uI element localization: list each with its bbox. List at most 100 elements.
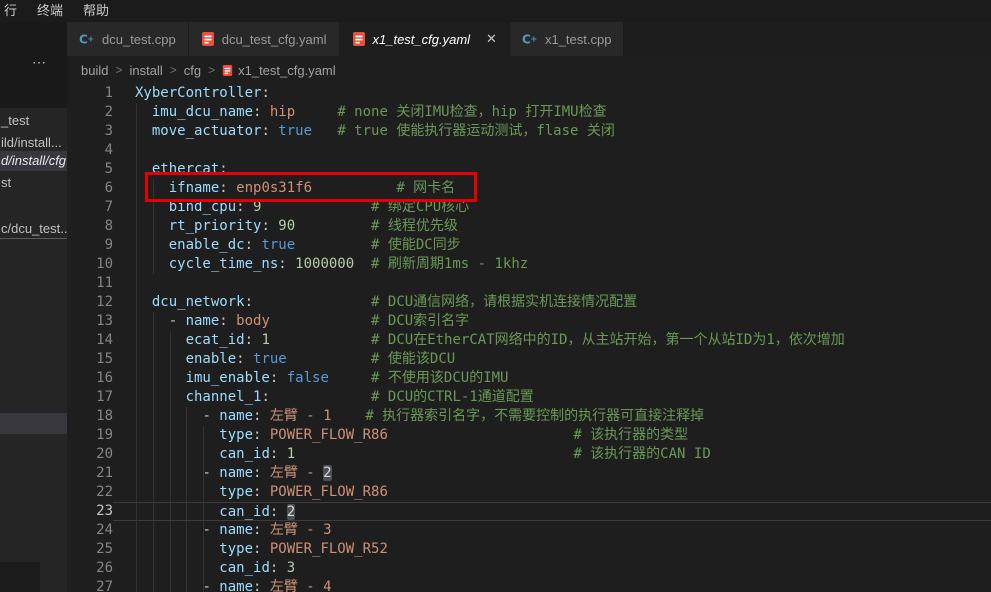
code-token: enp0s31f6 (236, 180, 312, 196)
code-text: rt_priority: 90 # 线程优先级 (135, 217, 991, 236)
code-line-24[interactable]: 24 - name: 左臂 - 3 (67, 521, 991, 540)
menu-item-1[interactable]: 终端 (27, 0, 73, 22)
chevron-right-icon: > (170, 63, 177, 77)
code-line-8[interactable]: 8 rt_priority: 90 # 线程优先级 (67, 217, 991, 236)
breadcrumb-file[interactable]: x1_test_cfg.yaml (222, 63, 336, 78)
code-token (135, 484, 219, 500)
code-token (287, 351, 371, 367)
code-line-15[interactable]: 15 enable: true # 使能该DCU (67, 350, 991, 369)
line-content: can_id: 1 # 该执行器的CAN ID (113, 445, 991, 464)
code-token: # 执行器索引名字，不需要控制的执行器可直接注释掉 (365, 408, 704, 424)
code-token: : (261, 218, 278, 234)
code-text: enable: true # 使能该DCU (135, 350, 991, 369)
code-line-11[interactable]: 11 (67, 274, 991, 293)
code-line-23[interactable]: 23 can_id: 2 (67, 502, 991, 521)
code-token: 左臂 - 4 (270, 579, 332, 592)
code-token: # DCU通信网络，请根据实机连接情况配置 (371, 294, 637, 310)
code-token: ecat_id (186, 332, 245, 348)
code-token (388, 427, 573, 443)
menu-item-0[interactable]: 行 (0, 0, 27, 22)
code-token: # 线程优先级 (371, 218, 458, 234)
line-content: - name: 左臂 - 3 (113, 521, 991, 540)
code-text: bind_cpu: 9 # 绑定CPU核心 (135, 198, 991, 217)
line-content (113, 274, 991, 293)
code-line-2[interactable]: 2 imu_dcu_name: hip # none 关闭IMU检查，hip 打… (67, 103, 991, 122)
sidebar-item-2[interactable]: d/install/cfg (0, 151, 67, 171)
breadcrumb-segment-install[interactable]: install (129, 63, 162, 78)
code-line-13[interactable]: 13 - name: body # DCU索引名字 (67, 312, 991, 331)
code-line-5[interactable]: 5 ethercat: (67, 160, 991, 179)
sidebar-item-4[interactable]: c/dcu_test... (0, 219, 67, 239)
code-token: POWER_FLOW_R86 (270, 484, 388, 500)
close-icon[interactable]: ✕ (486, 31, 497, 47)
line-number: 22 (67, 483, 113, 502)
code-editor[interactable]: 1XyberController:2 imu_dcu_name: hip # n… (67, 84, 991, 592)
code-token: true (278, 123, 312, 139)
code-line-19[interactable]: 19 type: POWER_FLOW_R86 # 该执行器的类型 (67, 426, 991, 445)
svg-text:++: ++ (530, 35, 538, 44)
code-line-9[interactable]: 9 enable_dc: true # 使能DC同步 (67, 236, 991, 255)
line-number: 25 (67, 540, 113, 559)
menu-item-2[interactable]: 帮助 (73, 0, 119, 22)
line-number: 21 (67, 464, 113, 483)
code-token: true (253, 351, 287, 367)
code-token: : (253, 541, 270, 557)
line-number: 20 (67, 445, 113, 464)
line-content: - name: body # DCU索引名字 (113, 312, 991, 331)
code-line-12[interactable]: 12 dcu_network: # DCU通信网络，请根据实机连接情况配置 (67, 293, 991, 312)
code-token: : (253, 465, 270, 481)
line-content (113, 141, 991, 160)
code-line-1[interactable]: 1XyberController: (67, 84, 991, 103)
code-text: imu_enable: false # 不使用该DCU的IMU (135, 369, 991, 388)
sidebar-item-5[interactable] (0, 413, 67, 434)
code-line-6[interactable]: 6 ifname: enp0s31f6 # 网卡名 (67, 179, 991, 198)
code-line-7[interactable]: 7 bind_cpu: 9 # 绑定CPU核心 (67, 198, 991, 217)
code-line-26[interactable]: 26 can_id: 3 (67, 559, 991, 578)
code-text: can_id: 1 # 该执行器的CAN ID (135, 445, 991, 464)
code-token: : (245, 237, 262, 253)
code-token: 左臂 - 3 (270, 522, 332, 538)
code-line-25[interactable]: 25 type: POWER_FLOW_R52 (67, 540, 991, 559)
breadcrumb: build>install>cfg>x1_test_cfg.yaml (67, 56, 991, 84)
code-token: 1 (261, 332, 269, 348)
code-text: type: POWER_FLOW_R86 # 该执行器的类型 (135, 426, 991, 445)
code-token: # DCU的CTRL-1通道配置 (371, 389, 534, 405)
code-token: can_id (219, 504, 270, 520)
code-line-21[interactable]: 21 - name: 左臂 - 2 (67, 464, 991, 483)
line-number: 9 (67, 236, 113, 255)
line-content: - name: 左臂 - 2 (113, 464, 991, 483)
sidebar-item-1[interactable]: ild/install... (0, 133, 67, 153)
code-token: 左臂 - 1 (270, 408, 332, 424)
line-content: ecat_id: 1 # DCU在EtherCAT网络中的ID，从主站开始，第一… (113, 331, 991, 350)
tab-x1_test.cpp[interactable]: C++x1_test.cpp (510, 22, 625, 56)
code-line-18[interactable]: 18 - name: 左臂 - 1 # 执行器索引名字，不需要控制的执行器可直接… (67, 407, 991, 426)
code-line-4[interactable]: 4 (67, 141, 991, 160)
code-token (270, 313, 371, 329)
code-line-10[interactable]: 10 cycle_time_ns: 1000000 # 刷新周期1ms - 1k… (67, 255, 991, 274)
code-line-20[interactable]: 20 can_id: 1 # 该执行器的CAN ID (67, 445, 991, 464)
line-number: 24 (67, 521, 113, 540)
code-line-3[interactable]: 3 move_actuator: true # true 使能执行器运动测试，f… (67, 122, 991, 141)
sidebar-top-panel: ⋯ (0, 22, 67, 108)
code-text: dcu_network: # DCU通信网络，请根据实机连接情况配置 (135, 293, 991, 312)
line-content: imu_dcu_name: hip # none 关闭IMU检查，hip 打开I… (113, 103, 991, 122)
line-number: 3 (67, 122, 113, 141)
tab-dcu_test_cfg.yaml[interactable]: dcu_test_cfg.yaml (189, 22, 340, 56)
code-text: move_actuator: true # true 使能执行器运动测试，fla… (135, 122, 991, 141)
code-line-27[interactable]: 27 - name: 左臂 - 4 (67, 578, 991, 592)
breadcrumb-segment-build[interactable]: build (81, 63, 108, 78)
code-line-16[interactable]: 16 imu_enable: false # 不使用该DCU的IMU (67, 369, 991, 388)
code-line-22[interactable]: 22 type: POWER_FLOW_R86 (67, 483, 991, 502)
tab-x1_test_cfg.yaml[interactable]: x1_test_cfg.yaml✕ (340, 22, 510, 56)
code-line-14[interactable]: 14 ecat_id: 1 # DCU在EtherCAT网络中的ID，从主站开始… (67, 331, 991, 350)
sidebar-corner-panel (0, 562, 40, 592)
breadcrumb-segment-cfg[interactable]: cfg (184, 63, 201, 78)
code-token: : (253, 104, 270, 120)
sidebar-item-3[interactable]: st (0, 173, 67, 193)
more-actions-icon[interactable]: ⋯ (32, 54, 47, 71)
sidebar-item-0[interactable]: _test (0, 111, 67, 131)
code-token: ifname (169, 180, 220, 196)
code-token: # 刷新周期1ms - 1khz (371, 256, 528, 272)
tab-dcu_test.cpp[interactable]: C++dcu_test.cpp (67, 22, 189, 56)
code-line-17[interactable]: 17 channel_1: # DCU的CTRL-1通道配置 (67, 388, 991, 407)
